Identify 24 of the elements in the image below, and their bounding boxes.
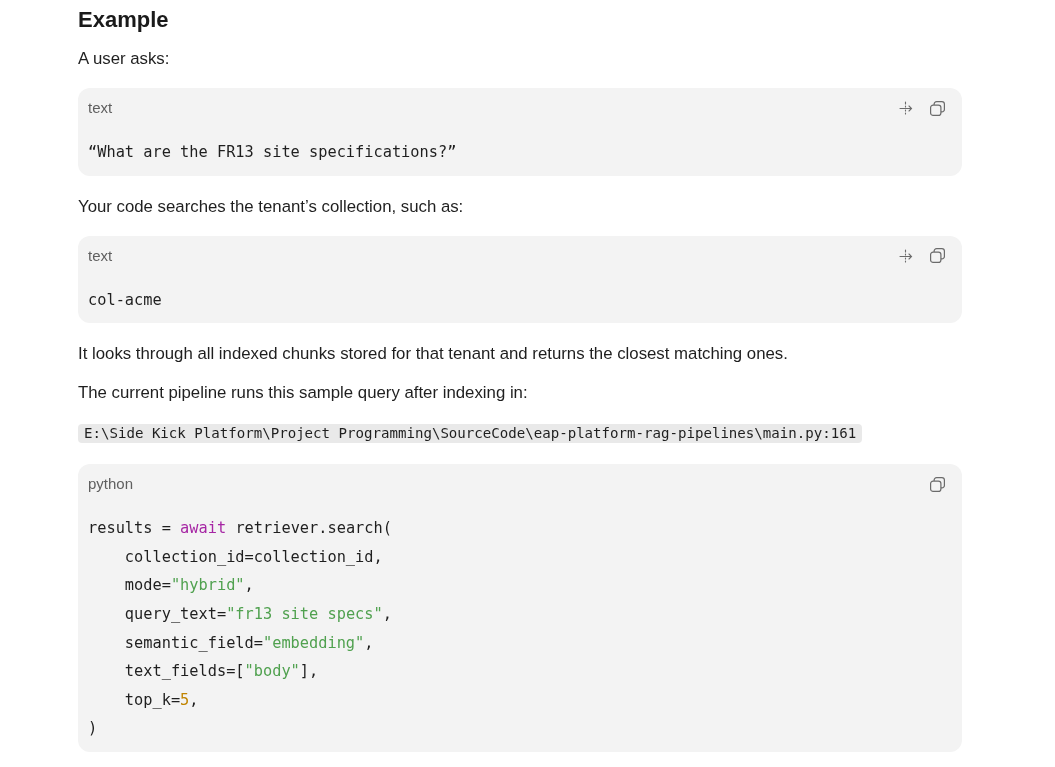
code-line: mode="hybrid", bbox=[123, 575, 255, 597]
language-label: python bbox=[88, 474, 134, 495]
code-line: collection_id=collection_id, bbox=[123, 546, 384, 568]
inline-code: E:\Side Kick Platform\Project Programming\SourceCode\eap-platform-rag-pipelines\main.py:161 bbox=[78, 424, 863, 444]
language-label: text bbox=[88, 98, 113, 118]
arrow-icon[interactable] bbox=[899, 101, 913, 115]
copy-icon[interactable] bbox=[930, 100, 945, 116]
paragraph: It looks through all indexed chunks stored for that tenant and returns the closest matching ones. bbox=[78, 343, 789, 366]
language-label: text bbox=[88, 245, 113, 266]
code-line: ) bbox=[88, 718, 99, 740]
section-heading: Example bbox=[78, 6, 170, 34]
copy-icon[interactable] bbox=[930, 476, 945, 492]
code-line: “What are the FR13 site specifications?” bbox=[88, 142, 458, 163]
code-line: query_text="fr13 site specs", bbox=[123, 603, 393, 625]
arrow-icon[interactable] bbox=[899, 248, 913, 263]
paragraph: A user asks: bbox=[78, 48, 171, 70]
code-line: top_k=5, bbox=[123, 689, 200, 711]
copy-icon[interactable] bbox=[930, 248, 945, 264]
paragraph: The current pipeline runs this sample query after indexing in: bbox=[78, 382, 529, 405]
paragraph: Your code searches the tenant’s collection, such as: bbox=[78, 195, 465, 218]
code-line: semantic_field="embedding", bbox=[123, 632, 375, 654]
code-line: text_fields=["body"], bbox=[123, 661, 320, 683]
code-line: col-acme bbox=[88, 289, 163, 311]
code-line: results = await retriever.search( bbox=[88, 518, 393, 540]
